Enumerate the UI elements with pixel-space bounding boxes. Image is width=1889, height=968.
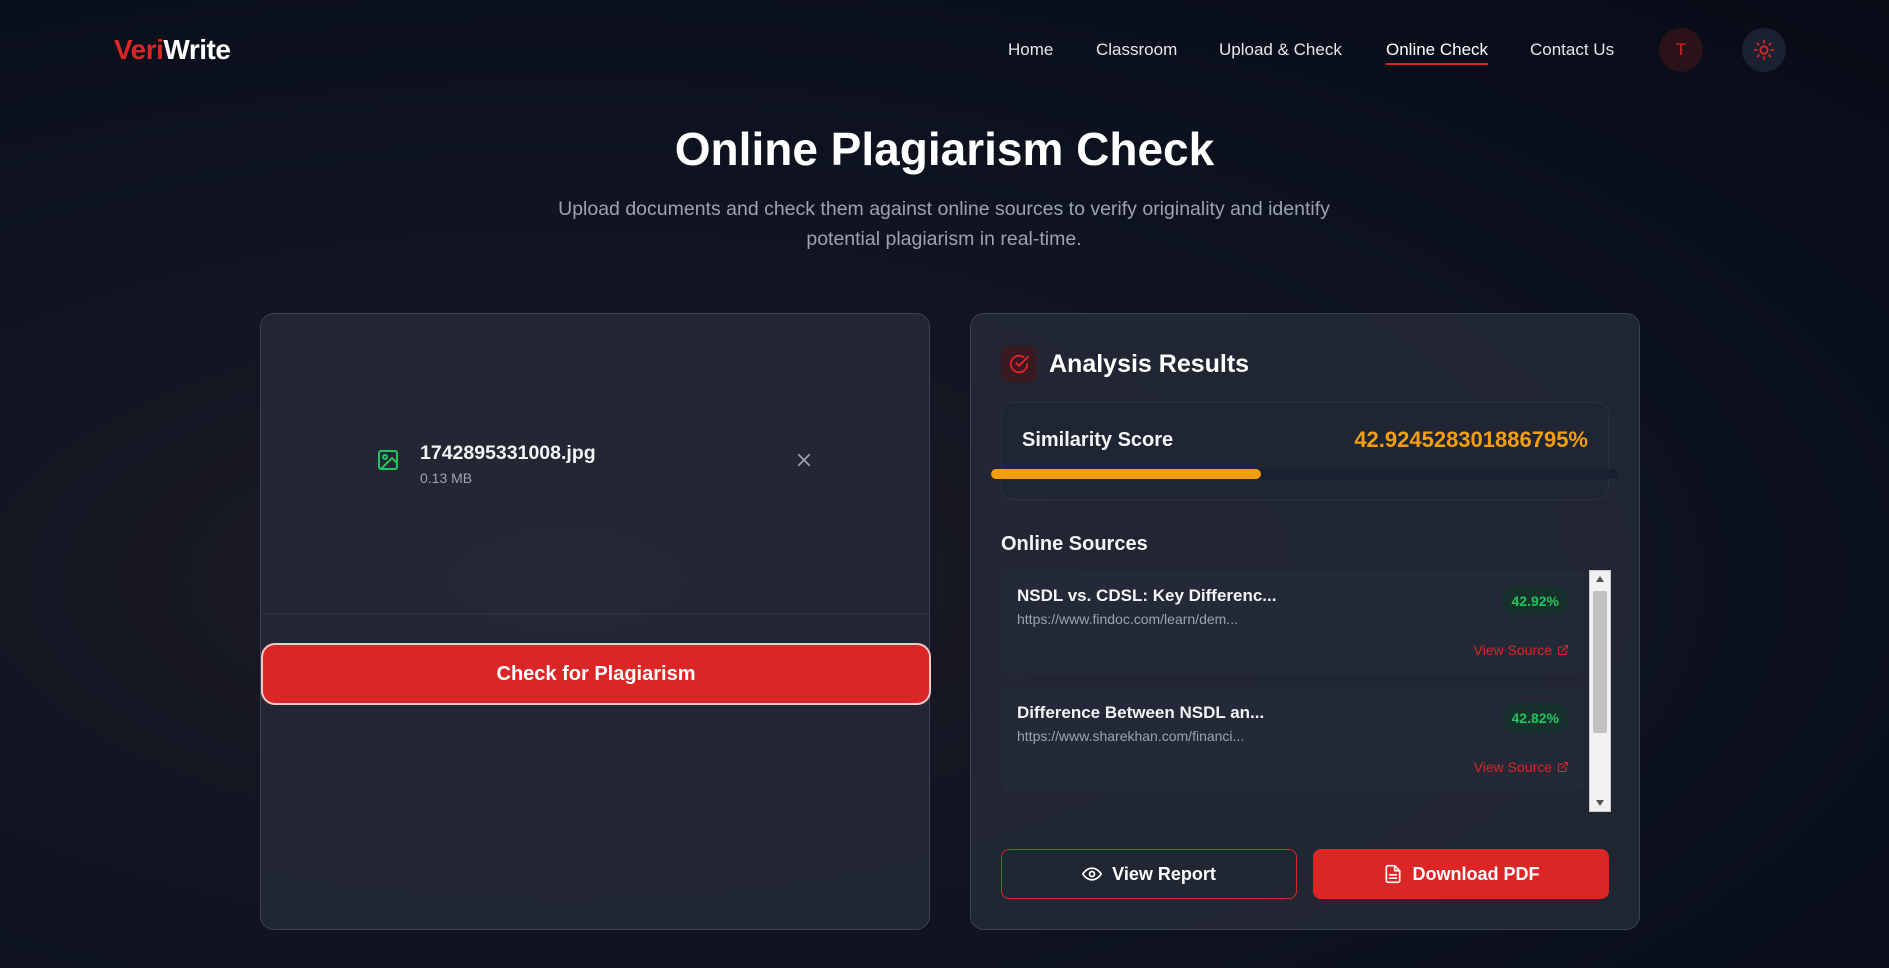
sources-heading: Online Sources <box>1001 533 1148 555</box>
results-title: Analysis Results <box>1049 350 1250 378</box>
similarity-progress-bar <box>991 469 1619 479</box>
eye-icon <box>1082 867 1103 881</box>
nav-link-classroom[interactable]: Classroom <box>1096 40 1177 60</box>
logo[interactable]: VeriWrite <box>114 34 231 66</box>
upload-panel: 1742895331008.jpg 0.13 MB Check for Plag… <box>260 313 931 930</box>
navbar: VeriWrite Home Classroom Upload & Check … <box>0 0 1889 100</box>
page-subtitle-line1: Upload documents and check them against … <box>558 198 1330 220</box>
check-plagiarism-button[interactable]: Check for Plagiarism <box>261 643 931 705</box>
remove-file-button[interactable] <box>792 448 816 472</box>
page-title: Online Plagiarism Check <box>674 123 1215 175</box>
arrow-up-icon <box>1596 576 1604 582</box>
download-pdf-label: Download PDF <box>1412 863 1540 884</box>
theme-toggle-button[interactable] <box>1742 28 1786 72</box>
image-icon <box>378 450 398 470</box>
sources-scrollbar[interactable] <box>1589 570 1611 812</box>
nav-link-upload-check[interactable]: Upload & Check <box>1219 40 1342 60</box>
external-link-icon <box>1557 761 1569 773</box>
results-icon-box <box>1001 346 1037 382</box>
scroll-down-arrow[interactable] <box>1590 795 1610 811</box>
page-subtitle-line2: potential plagiarism in real-time. <box>806 228 1082 250</box>
download-pdf-button[interactable]: Download PDF <box>1313 849 1609 899</box>
file-name: 1742895331008.jpg <box>420 442 596 464</box>
logo-veri: Veri <box>114 34 164 65</box>
view-source-label: View Source <box>1473 642 1552 658</box>
view-report-button[interactable]: View Report <box>1001 849 1297 899</box>
view-report-label: View Report <box>1112 863 1216 884</box>
similarity-value: 42.924528301886795% <box>1354 427 1588 452</box>
divider <box>261 613 929 614</box>
check-circle-icon <box>1009 354 1030 374</box>
view-source-link[interactable]: View Source <box>1474 642 1569 658</box>
arrow-down-icon <box>1596 800 1604 806</box>
source-item: NSDL vs. CDSL: Key Differenc... https://… <box>1001 570 1585 674</box>
source-score-badge: 42.92% <box>1501 586 1569 616</box>
uploaded-file: 1742895331008.jpg 0.13 MB <box>376 442 816 492</box>
scroll-thumb[interactable] <box>1593 591 1607 733</box>
similarity-score-card: Similarity Score 42.924528301886795% <box>1001 402 1609 500</box>
results-panel: Analysis Results Similarity Score 42.924… <box>970 313 1640 930</box>
results-actions: View Report Download PDF <box>1001 849 1609 899</box>
close-icon <box>797 453 811 467</box>
view-source-label: View Source <box>1473 759 1552 775</box>
similarity-progress-fill <box>991 469 1261 479</box>
source-url: https://www.sharekhan.com/financi... <box>1017 728 1245 744</box>
source-url: https://www.findoc.com/learn/dem... <box>1017 611 1238 627</box>
similarity-label: Similarity Score <box>1022 429 1174 451</box>
scroll-up-arrow[interactable] <box>1590 571 1610 587</box>
view-source-link[interactable]: View Source <box>1474 759 1569 775</box>
source-score-badge: 42.82% <box>1501 703 1569 733</box>
file-text-icon <box>1385 864 1400 884</box>
source-item: Difference Between NSDL an... https://ww… <box>1001 687 1585 791</box>
sources-list: NSDL vs. CDSL: Key Differenc... https://… <box>1001 570 1611 812</box>
source-title: NSDL vs. CDSL: Key Differenc... <box>1017 586 1277 605</box>
sun-icon <box>1753 39 1775 61</box>
page-subtitle: Upload documents and check them against … <box>544 194 1344 254</box>
logo-write: Write <box>163 34 231 65</box>
nav-link-home[interactable]: Home <box>1008 40 1053 60</box>
nav-link-contact-us[interactable]: Contact Us <box>1530 40 1614 60</box>
external-link-icon <box>1557 644 1569 656</box>
nav-link-online-check[interactable]: Online Check <box>1386 40 1489 65</box>
file-size: 0.13 MB <box>420 470 473 486</box>
source-title: Difference Between NSDL an... <box>1017 703 1265 722</box>
avatar[interactable]: T <box>1659 28 1703 72</box>
